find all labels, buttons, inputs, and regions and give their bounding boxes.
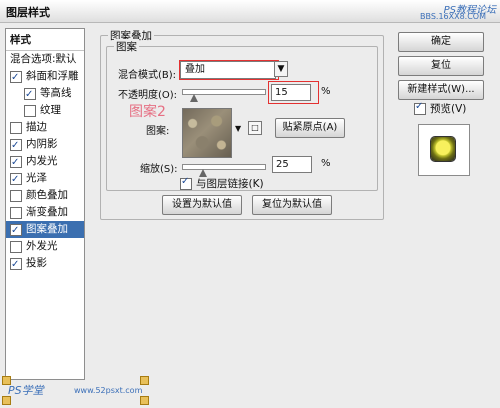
watermark-bottom: PS学堂	[8, 384, 44, 397]
title-bar: 图层样式 PS教程论坛 BBS.16XX8.COM	[0, 0, 500, 23]
satin-checkbox[interactable]	[10, 171, 22, 188]
sidebar-item-stroke[interactable]: 描边	[6, 119, 84, 136]
sidebar-item-inner-shadow[interactable]: 内阴影	[6, 136, 84, 154]
watermark-bottom-url: www.52psxt.com	[74, 386, 143, 395]
drop-shadow-checkbox[interactable]	[10, 256, 22, 273]
sidebar-item-label: 光泽	[26, 172, 47, 184]
preview-label: 预览(V)	[430, 103, 467, 115]
sidebar-item-label: 颜色叠加	[26, 189, 68, 201]
style-preview-swatch	[431, 137, 455, 161]
annotation-text: 图案2	[129, 104, 166, 120]
selection-handle[interactable]	[2, 376, 11, 385]
sidebar-item-label: 斜面和浮雕	[26, 70, 79, 82]
sidebar-item-color-overlay[interactable]: 颜色叠加	[6, 187, 84, 204]
sidebar-item-label: 内发光	[26, 155, 58, 167]
pattern-overlay-checkbox[interactable]	[10, 222, 22, 239]
opacity-input[interactable]: 15	[271, 84, 311, 101]
pattern-label: 图案:	[146, 126, 170, 137]
sidebar-item-blending-options[interactable]: 混合选项:默认	[6, 51, 84, 68]
sidebar-item-outer-glow[interactable]: 外发光	[6, 238, 84, 255]
sidebar-item-pattern-overlay[interactable]: 图案叠加	[6, 221, 84, 239]
set-default-button[interactable]: 设置为默认值	[162, 195, 242, 215]
style-sidebar: 样式 混合选项:默认 斜面和浮雕 等高线 纹理 描边 内阴影 内发光 光泽 颜色…	[5, 28, 85, 380]
reset-button[interactable]: 复位	[398, 56, 484, 76]
inner-shadow-checkbox[interactable]	[10, 137, 22, 154]
sidebar-item-label: 混合选项:默认	[10, 53, 77, 65]
blend-mode-select[interactable]: 叠加	[180, 61, 276, 79]
chevron-down-icon[interactable]: ▼	[274, 61, 288, 77]
selection-handle[interactable]	[2, 396, 11, 405]
reset-default-button[interactable]: 复位为默认值	[252, 195, 332, 215]
sidebar-item-bevel-emboss[interactable]: 斜面和浮雕	[6, 68, 84, 86]
opacity-percent-sign: %	[321, 86, 331, 97]
sidebar-item-contour[interactable]: 等高线	[6, 85, 84, 103]
scale-label: 缩放(S):	[140, 164, 178, 175]
scale-percent-sign: %	[321, 158, 331, 169]
style-preview	[418, 124, 470, 176]
sidebar-item-label: 纹理	[40, 104, 61, 116]
link-layer-checkbox-row[interactable]: 与图层链接(K)	[180, 176, 264, 191]
pattern-preview[interactable]	[182, 108, 232, 158]
new-preset-icon[interactable]: □	[248, 121, 262, 135]
sidebar-item-inner-glow[interactable]: 内发光	[6, 153, 84, 171]
gradient-overlay-checkbox[interactable]	[10, 206, 22, 219]
link-layer-label: 与图层链接(K)	[196, 178, 264, 190]
sidebar-item-label: 内阴影	[26, 138, 58, 150]
opacity-label: 不透明度(O):	[118, 90, 178, 101]
blend-mode-label: 混合模式(B):	[118, 70, 177, 81]
color-overlay-checkbox[interactable]	[10, 189, 22, 202]
sidebar-item-drop-shadow[interactable]: 投影	[6, 255, 84, 273]
watermark-top-url: BBS.16XX8.COM	[419, 12, 486, 21]
sidebar-item-label: 外发光	[26, 240, 58, 252]
outer-glow-checkbox[interactable]	[10, 240, 22, 253]
scale-input[interactable]: 25	[272, 156, 312, 173]
inner-glow-checkbox[interactable]	[10, 154, 22, 171]
contour-checkbox[interactable]	[24, 86, 36, 103]
stroke-checkbox[interactable]	[10, 121, 22, 134]
scale-slider[interactable]	[182, 164, 266, 170]
ok-button[interactable]: 确定	[398, 32, 484, 52]
sidebar-item-label: 渐变叠加	[26, 206, 68, 218]
window-title: 图层样式	[6, 6, 50, 19]
sidebar-item-label: 图案叠加	[26, 223, 68, 235]
sidebar-item-label: 描边	[26, 121, 47, 133]
sidebar-item-texture[interactable]: 纹理	[6, 102, 84, 119]
chevron-down-icon[interactable]: ▼	[235, 124, 241, 133]
sidebar-item-gradient-overlay[interactable]: 渐变叠加	[6, 204, 84, 221]
pattern-overlay-panel: 图案叠加 图案 混合模式(B): 叠加 ▼ 不透明度(O): 15 % 图案2 …	[92, 28, 384, 220]
snap-origin-button[interactable]: 贴紧原点(A)	[275, 118, 345, 138]
sidebar-item-label: 等高线	[40, 87, 72, 99]
bevel-emboss-checkbox[interactable]	[10, 69, 22, 86]
sidebar-title: 样式	[6, 29, 84, 51]
sidebar-item-satin[interactable]: 光泽	[6, 170, 84, 188]
pattern-subgroup-title: 图案	[114, 39, 139, 54]
selection-handle[interactable]	[140, 396, 149, 405]
preview-checkbox-row[interactable]: 预览(V)	[414, 101, 466, 116]
sidebar-item-label: 投影	[26, 257, 47, 269]
preview-checkbox[interactable]	[414, 101, 426, 115]
opacity-slider-thumb[interactable]	[190, 94, 199, 102]
selection-handle[interactable]	[140, 376, 149, 385]
link-layer-checkbox[interactable]	[180, 176, 192, 190]
new-style-button[interactable]: 新建样式(W)...	[398, 80, 484, 100]
texture-checkbox[interactable]	[24, 104, 36, 117]
